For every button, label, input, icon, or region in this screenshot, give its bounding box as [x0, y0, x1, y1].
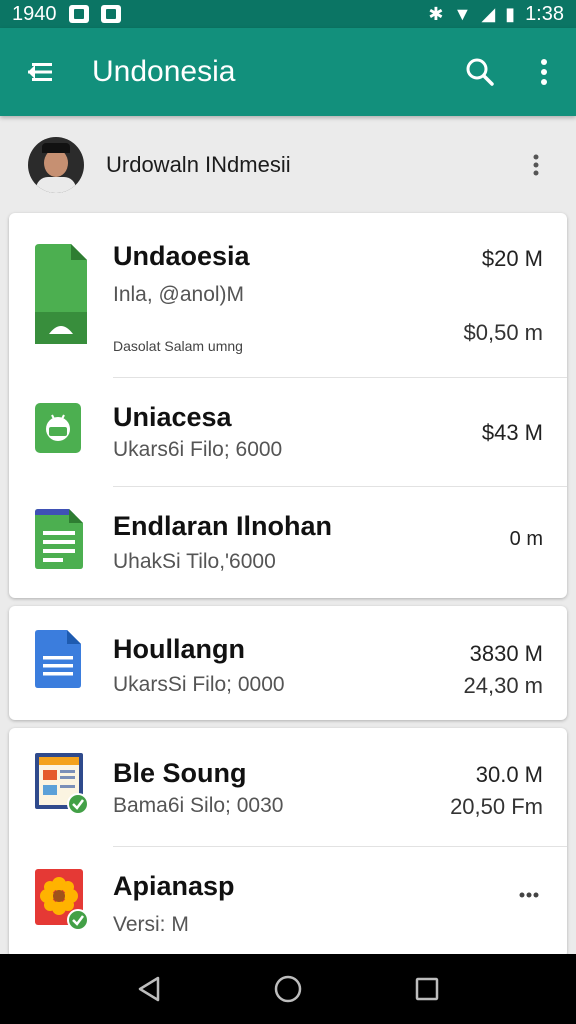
item-value-primary: 0 m — [509, 528, 543, 550]
list-item[interactable]: Undaoesia Inla, @anol)M Dasolat Salam um… — [9, 213, 567, 377]
item-title: Houllangn — [113, 634, 245, 664]
recents-button[interactable] — [397, 959, 457, 1019]
back-button[interactable] — [119, 959, 179, 1019]
item-detail: Dasolat Salam umng — [113, 338, 243, 354]
account-more-button[interactable] — [524, 154, 548, 176]
home-icon — [274, 975, 302, 1003]
item-subtitle: UkarsSi Filo; 0000 — [113, 673, 285, 696]
item-title: Endlaran Ilnohan — [113, 511, 333, 541]
account-row[interactable]: Urdowaln INdmesii — [0, 116, 576, 214]
menu-icon — [28, 63, 52, 81]
search-icon — [466, 58, 494, 86]
item-subtitle: Bama6i Silo; 0030 — [113, 794, 284, 817]
item-subtitle: UhakSi Tilo,'6000 — [113, 550, 276, 573]
back-icon — [139, 976, 160, 1002]
battery-icon: ▮ — [505, 4, 516, 24]
blue-doc-icon — [35, 630, 81, 688]
app-card-1: Undaoesia Inla, @anol)M Dasolat Salam um… — [9, 213, 567, 598]
more-horiz-icon[interactable] — [519, 892, 539, 898]
list-item[interactable]: Apianasp Versi: M — [9, 847, 567, 958]
search-button[interactable] — [448, 28, 512, 116]
item-value-primary: $20 M — [481, 246, 543, 271]
page-title: Undonesia — [92, 55, 236, 88]
flower-app-checked-icon — [35, 869, 89, 931]
item-title: Apianasp — [113, 871, 235, 901]
item-value-secondary: 24,30 m — [463, 673, 544, 698]
system-nav-bar — [0, 954, 576, 1024]
list-item[interactable]: Houllangn UkarsSi Filo; 0000 3830 M 24,3… — [9, 606, 567, 720]
item-subtitle: Ukars6i Filo; 6000 — [113, 438, 283, 461]
list-item[interactable]: Ble Soung Bama6i Silo; 0030 30.0 M 20,50… — [9, 728, 567, 846]
more-vert-icon — [541, 59, 547, 85]
bluetooth-icon: ✱ — [428, 4, 444, 24]
green-sheets-doc-icon — [35, 509, 83, 569]
home-button[interactable] — [258, 959, 318, 1019]
app-bar: Undonesia — [0, 28, 576, 116]
item-value-primary: $43 M — [481, 420, 543, 445]
overflow-menu-button[interactable] — [512, 28, 576, 116]
item-value-primary: 30.0 M — [475, 762, 543, 787]
status-time-left: 1940 — [12, 2, 57, 25]
app-notification-icon — [100, 5, 121, 23]
item-title: Ble Soung — [113, 758, 247, 788]
item-value-primary: 3830 M — [469, 641, 543, 666]
item-value-secondary: $0,50 m — [463, 320, 544, 345]
app-card-2: Houllangn UkarsSi Filo; 0000 3830 M 24,3… — [9, 606, 567, 720]
wifi-icon: ◢ — [481, 4, 496, 24]
photo-notification-icon — [68, 5, 89, 23]
app-card-3: Ble Soung Bama6i Silo; 0030 30.0 M 20,50… — [9, 728, 567, 958]
list-item[interactable]: Uniacesa Ukars6i Filo; 6000 $43 M — [9, 378, 567, 486]
item-title: Undaoesia — [113, 241, 250, 271]
status-time-right: 1:38 — [525, 2, 564, 25]
item-subtitle: Inla, @anol)M — [113, 283, 245, 306]
menu-button[interactable] — [0, 28, 80, 116]
avatar — [28, 137, 84, 193]
status-bar: 1940 ✱ ▼ ◢ ▮ 1:38 — [0, 0, 576, 28]
list-item[interactable]: Endlaran Ilnohan UhakSi Tilo,'6000 0 m — [9, 487, 567, 598]
item-subtitle: Versi: M — [113, 913, 189, 936]
recents-icon — [415, 977, 438, 1001]
signal-icon: ▼ — [453, 4, 472, 24]
item-value-secondary: 20,50 Fm — [450, 794, 543, 819]
slides-app-checked-icon — [35, 753, 89, 815]
green-android-app-icon — [35, 403, 81, 453]
account-name: Urdowaln INdmesii — [106, 152, 291, 177]
item-title: Uniacesa — [113, 402, 232, 432]
more-vert-icon — [533, 154, 539, 176]
green-file-icon — [35, 244, 87, 344]
